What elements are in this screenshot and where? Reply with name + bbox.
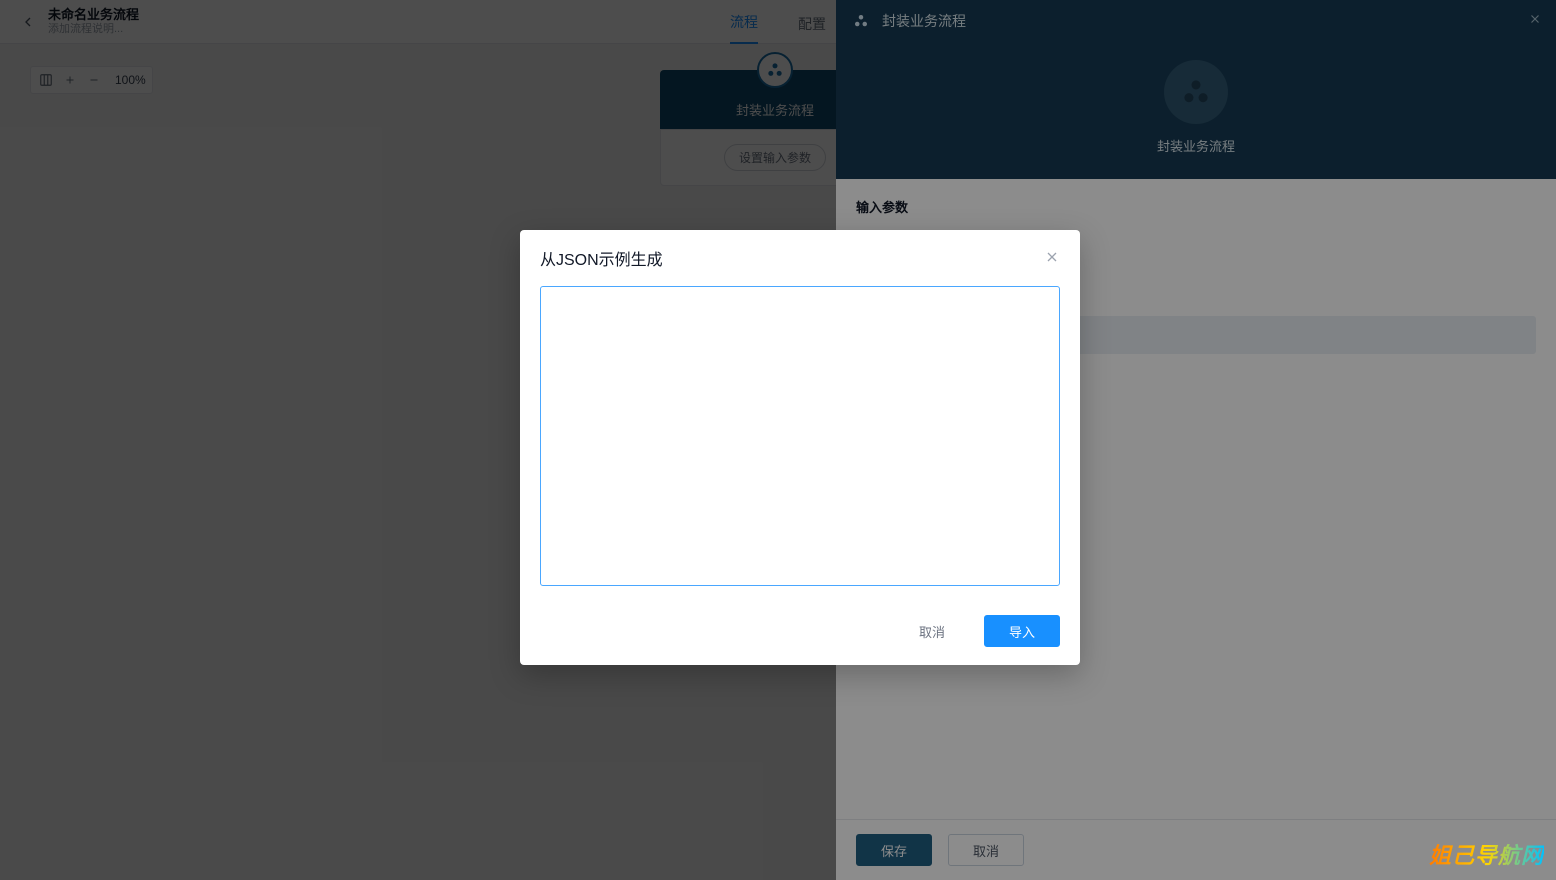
zoom-controls: 100% (30, 66, 153, 94)
plus-icon (64, 74, 76, 86)
modal-title: 从JSON示例生成 (540, 246, 663, 270)
tab-config[interactable]: 配置 (798, 14, 826, 44)
json-import-modal: 从JSON示例生成 取消 导入 (520, 230, 1080, 665)
side-panel-hero-circle (1164, 60, 1228, 124)
zoom-in-button[interactable] (61, 71, 79, 89)
tabs: 流程 配置 (730, 0, 826, 44)
page-subtitle[interactable]: 添加流程说明... (48, 23, 139, 36)
fit-screen-icon (39, 73, 53, 87)
modal-import-button[interactable]: 导入 (984, 615, 1060, 647)
zoom-level-label: 100% (115, 73, 146, 87)
side-panel-title: 封装业务流程 (882, 11, 966, 31)
side-panel-icon (850, 10, 872, 32)
cluster-icon (765, 60, 785, 80)
side-panel-hero: 封装业务流程 (836, 42, 1556, 179)
modal-cancel-button[interactable]: 取消 (894, 615, 970, 647)
modal-header: 从JSON示例生成 (520, 230, 1080, 278)
modal-footer: 取消 导入 (520, 607, 1080, 665)
close-icon (1528, 12, 1542, 26)
close-icon (1044, 249, 1060, 265)
side-panel-close-button[interactable] (1528, 12, 1542, 31)
modal-close-button[interactable] (1044, 249, 1060, 268)
cluster-icon (852, 12, 870, 30)
side-panel-section-title: 输入参数 (856, 197, 1536, 216)
back-arrow-icon (20, 14, 36, 30)
watermark-text: 姐己导航网 (1429, 838, 1544, 870)
side-save-button[interactable]: 保存 (856, 834, 932, 866)
zoom-fit-button[interactable] (37, 71, 55, 89)
side-cancel-button[interactable]: 取消 (948, 834, 1024, 866)
canvas-node-badge (757, 52, 793, 88)
side-panel-header-top: 封装业务流程 (836, 0, 1556, 42)
json-textarea[interactable] (540, 286, 1060, 586)
page-title: 未命名业务流程 (48, 7, 139, 23)
side-panel-header: 封装业务流程 封装业务流程 (836, 0, 1556, 179)
canvas-node-title: 封装业务流程 (736, 103, 814, 118)
app-root: 未命名业务流程 添加流程说明... 流程 配置 100% 封装业务流程 设置输入… (0, 0, 1556, 880)
minus-icon (88, 74, 100, 86)
canvas-node-action-pill[interactable]: 设置输入参数 (724, 144, 826, 171)
modal-body (520, 278, 1080, 607)
cluster-icon (1179, 75, 1213, 109)
back-button[interactable] (16, 10, 40, 34)
side-panel-hero-label: 封装业务流程 (1157, 136, 1235, 155)
zoom-out-button[interactable] (85, 71, 103, 89)
tab-flow[interactable]: 流程 (730, 12, 758, 44)
title-block: 未命名业务流程 添加流程说明... (48, 7, 139, 36)
